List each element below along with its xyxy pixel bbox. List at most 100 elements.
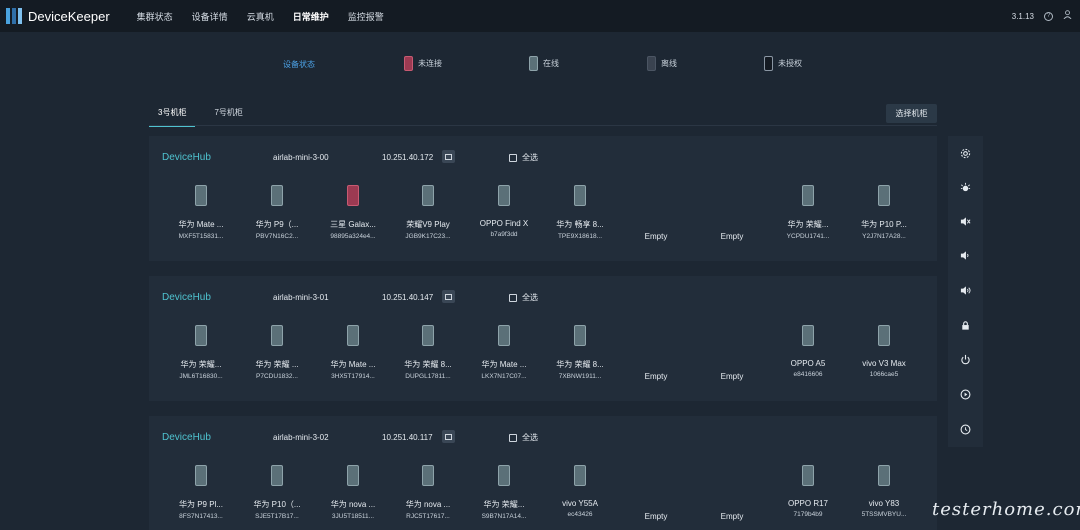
- phone-icon[interactable]: [574, 325, 586, 346]
- phone-icon[interactable]: [195, 465, 207, 486]
- checkbox-icon[interactable]: [509, 293, 517, 302]
- phone-icon[interactable]: [271, 185, 283, 206]
- device-slot[interactable]: vivo Y83 5TSSMVBYU...: [846, 465, 922, 518]
- volume-down-icon[interactable]: [948, 247, 983, 263]
- phone-icon[interactable]: [347, 185, 359, 206]
- phone-icon[interactable]: [878, 325, 890, 346]
- device-slot[interactable]: 华为 P9（... PBV7N16C2...: [239, 185, 315, 240]
- device-slot[interactable]: 华为 荣耀... S9B7N17A14...: [466, 465, 542, 520]
- empty-slot: Empty: [644, 232, 668, 241]
- device-serial: JGB9K17C23...: [405, 233, 451, 240]
- device-slot[interactable]: 华为 nova ... RJC5T17617...: [390, 465, 466, 520]
- hub-id: airlab-mini-3-00: [273, 153, 329, 162]
- app-logo[interactable]: DeviceKeeper: [6, 8, 110, 24]
- mute-icon[interactable]: [948, 213, 983, 229]
- device-name: 华为 Mate ...: [178, 220, 224, 229]
- phone-icon[interactable]: [498, 465, 510, 486]
- device-name: OPPO R17: [787, 499, 828, 508]
- phone-icon[interactable]: [422, 325, 434, 346]
- device-slot[interactable]: 华为 畅享 8... TPE9X18618...: [542, 185, 618, 240]
- device-slot[interactable]: 华为 荣耀... JML6T16830...: [163, 325, 239, 380]
- select-cabinet-button[interactable]: 选择机柜: [886, 104, 937, 123]
- device-slot[interactable]: 华为 荣耀 ... P7CDU1832...: [239, 325, 315, 380]
- device-slot[interactable]: vivo Y55A ec43426: [542, 465, 618, 518]
- phone-icon[interactable]: [195, 185, 207, 206]
- device-slot[interactable]: 华为 P10（... SJE5T17B17...: [239, 465, 315, 520]
- device-slot[interactable]: 华为 荣耀 8... DUPGL17811...: [390, 325, 466, 380]
- device-slot[interactable]: 华为 Mate ... 3HX5T17914...: [315, 325, 391, 380]
- nav-item-monitoring-alerts[interactable]: 监控报警: [348, 10, 384, 23]
- tab-cabinet-7[interactable]: 7号机柜: [205, 103, 251, 127]
- phone-icon[interactable]: [271, 465, 283, 486]
- tab-cabinet-3[interactable]: 3号机柜: [149, 103, 196, 127]
- settings-icon[interactable]: [948, 145, 983, 161]
- device-slot[interactable]: 三星 Galax... 98895a324e4...: [315, 185, 391, 240]
- device-serial: 7XBNW1911...: [558, 373, 602, 380]
- power-icon[interactable]: [948, 351, 983, 367]
- help-icon[interactable]: ?: [1044, 11, 1053, 21]
- phone-icon[interactable]: [347, 325, 359, 346]
- device-serial: MXF5T15831...: [178, 233, 224, 240]
- device-slot[interactable]: vivo V3 Max 1066cae5: [846, 325, 922, 378]
- brightness-icon[interactable]: [948, 179, 983, 195]
- device-serial: 7179b4b9: [793, 511, 823, 518]
- phone-icon[interactable]: [878, 185, 890, 206]
- device-slot[interactable]: 华为 P9 Pl... 8FS7N17413...: [163, 465, 239, 520]
- lock-icon[interactable]: [948, 317, 983, 333]
- phone-icon[interactable]: [498, 185, 510, 206]
- device-name: 华为 Mate ...: [481, 360, 527, 369]
- phone-icon[interactable]: [271, 325, 283, 346]
- play-icon[interactable]: [948, 386, 983, 402]
- nav-item-cluster-status[interactable]: 集群状态: [137, 10, 173, 23]
- device-slot[interactable]: 华为 nova ... 3JU5T18511...: [315, 465, 391, 520]
- phone-icon[interactable]: [574, 185, 586, 206]
- device-slot[interactable]: 华为 Mate ... MXF5T15831...: [163, 185, 239, 240]
- volume-up-icon[interactable]: [948, 282, 983, 298]
- cabinet-panel: DeviceHub airlab-mini-3-00 10.251.40.172…: [149, 136, 937, 261]
- device-slot[interactable]: OPPO R17 7179b4b9: [770, 465, 846, 518]
- phone-icon[interactable]: [802, 465, 814, 486]
- checkbox-icon[interactable]: [509, 153, 517, 162]
- user-icon[interactable]: [1063, 10, 1072, 22]
- terminal-icon[interactable]: [442, 290, 455, 303]
- device-name: 华为 P10（...: [253, 500, 301, 509]
- phone-icon[interactable]: [422, 465, 434, 486]
- select-all-checkbox[interactable]: 全选: [509, 432, 538, 443]
- device-serial: JML6T16830...: [179, 373, 223, 380]
- tabs-divider: [149, 125, 937, 126]
- phone-icon[interactable]: [195, 325, 207, 346]
- phone-icon[interactable]: [574, 465, 586, 486]
- nav-item-daily-maintenance[interactable]: 日常维护: [293, 10, 329, 23]
- device-slot[interactable]: OPPO Find X b7a9f3dd: [466, 185, 542, 238]
- phone-icon[interactable]: [802, 185, 814, 206]
- device-name: 华为 荣耀...: [787, 220, 829, 229]
- checkbox-icon[interactable]: [509, 433, 517, 442]
- device-slot[interactable]: 荣耀V9 Play JGB9K17C23...: [390, 185, 466, 240]
- select-all-checkbox[interactable]: 全选: [509, 292, 538, 303]
- device-slot[interactable]: 华为 P10 P... Y2J7N17A28...: [846, 185, 922, 240]
- select-all-checkbox[interactable]: 全选: [509, 152, 538, 163]
- device-slot[interactable]: 华为 荣耀 8... 7XBNW1911...: [542, 325, 618, 380]
- device-slot[interactable]: 华为 荣耀... YCPDU1741...: [770, 185, 846, 240]
- phone-icon[interactable]: [878, 465, 890, 486]
- nav-item-device-details[interactable]: 设备详情: [192, 10, 228, 23]
- device-slot[interactable]: OPPO A5 e8416606: [770, 325, 846, 378]
- legend-item-online: 在线: [529, 56, 559, 71]
- phone-icon[interactable]: [422, 185, 434, 206]
- device-serial: SJE5T17B17...: [255, 513, 299, 520]
- phone-icon[interactable]: [802, 325, 814, 346]
- device-name: 华为 荣耀 ...: [255, 360, 299, 369]
- device-slot[interactable]: 华为 Mate ... LKX7N17C07...: [466, 325, 542, 380]
- device-name: vivo Y83: [868, 499, 900, 508]
- terminal-icon[interactable]: [442, 150, 455, 163]
- empty-slot: Empty: [720, 372, 744, 381]
- phone-icon[interactable]: [498, 325, 510, 346]
- device-name: OPPO Find X: [479, 219, 529, 228]
- phone-icon[interactable]: [347, 465, 359, 486]
- top-right-area: 3.1.13 ?: [1012, 10, 1072, 22]
- unconnected-swatch-icon: [404, 56, 413, 71]
- clock-icon[interactable]: [948, 421, 983, 437]
- nav-item-cloud-device[interactable]: 云真机: [247, 10, 274, 23]
- device-name: 华为 nova ...: [330, 500, 376, 509]
- terminal-icon[interactable]: [442, 430, 455, 443]
